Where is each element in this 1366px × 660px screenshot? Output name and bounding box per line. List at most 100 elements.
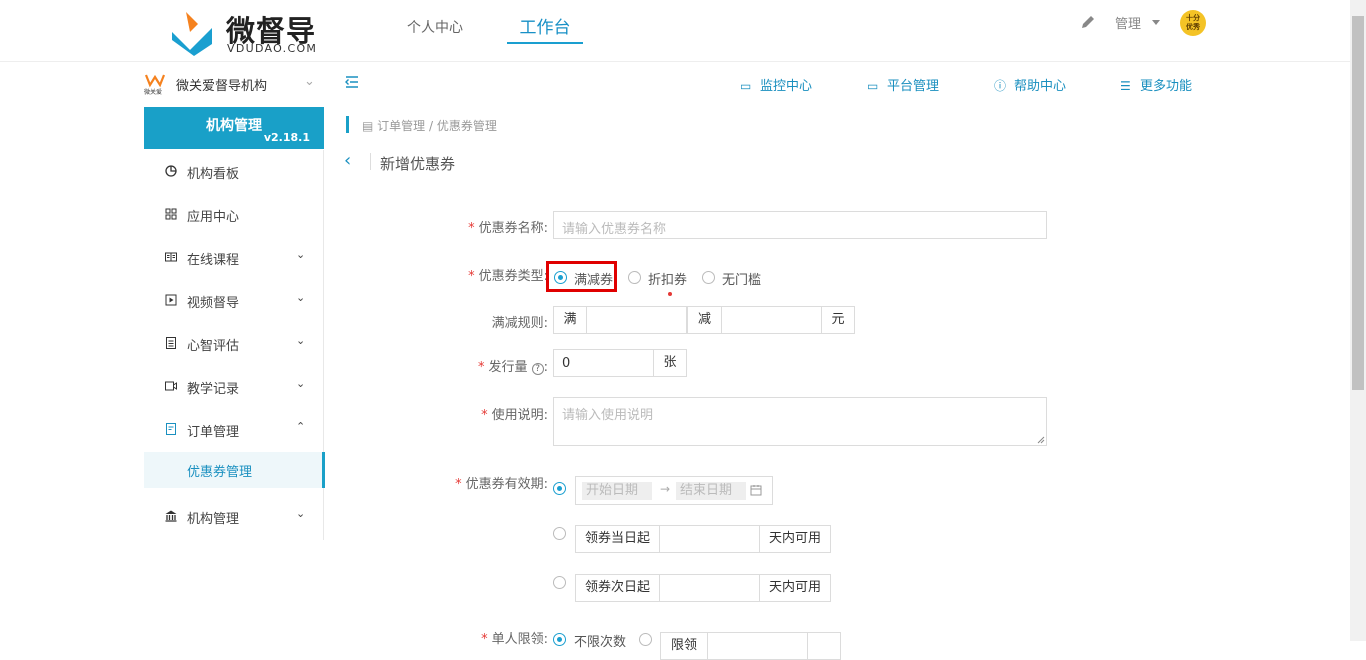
sidebar-item-teaching-records[interactable]: 教学记录 ⌄ [144, 365, 324, 408]
sidebar-item-order-management[interactable]: 订单管理 ⌃ [144, 408, 324, 451]
limit-addon: 限领 [660, 632, 708, 660]
pencil-icon[interactable] [1080, 14, 1096, 30]
rule-unit-addon: 元 [821, 306, 855, 334]
sidebar-item-coupon-management[interactable]: 优惠券管理 [144, 452, 325, 488]
from-next-day-days-input[interactable] [659, 574, 760, 602]
document-icon [166, 337, 176, 349]
sidebar-title: 机构管理 v2.18.1 [144, 107, 324, 149]
per-person-limit-label: * 单人限领: [440, 628, 548, 647]
top-header: 微督导 VDUDAO.COM 个人中心 工作台 管理 十分 优秀 [0, 0, 1350, 62]
play-icon [165, 294, 177, 306]
radio-no-threshold[interactable] [702, 271, 715, 284]
question-icon[interactable]: ? [531, 363, 544, 375]
rule-minus-addon: 减 [687, 306, 722, 334]
limit-count-input[interactable] [707, 632, 808, 660]
help-icon: ⓘ [994, 79, 1007, 93]
nav-workbench-label: 工作台 [519, 18, 571, 38]
chevron-down-icon: ⌄ [296, 291, 306, 304]
admin-menu-label[interactable]: 管理 [1115, 13, 1141, 32]
issue-quantity-input[interactable]: 0 [553, 349, 654, 377]
sidebar-item-label: 订单管理 [187, 425, 240, 440]
sidebar-item-label: 在线课程 [187, 253, 240, 268]
radio-from-today[interactable] [553, 527, 566, 540]
breadcrumb-text: 订单管理 / 优惠券管理 [377, 119, 497, 133]
order-icon [166, 423, 176, 435]
radio-no-threshold-label[interactable]: 无门槛 [722, 269, 761, 288]
from-next-day-addon: 领券次日起 [575, 574, 660, 602]
sidebar-item-app-center[interactable]: 应用中心 [144, 193, 324, 236]
logo-subtitle: VDUDAO.COM [227, 42, 318, 55]
org-logo-icon: 微关爱 [144, 74, 166, 96]
sidebar-item-online-courses[interactable]: 在线课程 ⌄ [144, 236, 324, 279]
pie-chart-icon [165, 165, 177, 177]
back-arrow-icon[interactable]: ‹ [344, 150, 351, 171]
radio-discount-label[interactable]: 折扣券 [648, 269, 687, 288]
sidebar-item-org-management[interactable]: 机构管理 ⌄ [144, 495, 324, 538]
required-mark: * [468, 269, 475, 284]
validity-label-text: 优惠券有效期: [465, 477, 548, 492]
toolbar-help-center[interactable]: ⓘ 帮助中心 [994, 75, 1066, 94]
toolbar-monitor-center[interactable]: ▭ 监控中心 [740, 75, 812, 94]
chevron-down-icon: ⌄ [296, 507, 306, 520]
nav-workbench[interactable]: 工作台 [507, 0, 583, 62]
scrollbar-thumb[interactable] [1352, 16, 1364, 390]
toolbar-platform-management[interactable]: ▭ 平台管理 [867, 75, 939, 94]
chevron-up-icon: ⌃ [296, 420, 306, 433]
menu-collapse-icon[interactable] [345, 75, 359, 89]
org-selector[interactable]: 微关爱 微关爱督导机构 ⌄ [144, 70, 324, 98]
desktop-icon: ▭ [867, 79, 879, 93]
chevron-down-icon[interactable]: ⌄ [304, 74, 315, 89]
sidebar-item-label: 优惠券管理 [187, 465, 253, 480]
indicator-dot [668, 292, 672, 296]
coupon-type-label-text: 优惠券类型: [478, 269, 548, 284]
usage-description-label: * 使用说明: [440, 404, 548, 423]
grid-icon [165, 208, 177, 220]
list-icon: ☰ [1120, 79, 1131, 93]
rule-discount-input[interactable] [721, 306, 822, 334]
radio-limited[interactable] [639, 633, 652, 646]
required-mark: * [481, 632, 488, 647]
title-separator [370, 153, 371, 170]
avatar-text-top: 十分 [1186, 14, 1200, 22]
per-person-limit-label-text: 单人限领: [491, 632, 548, 647]
highlight-box [546, 261, 617, 292]
radio-date-range[interactable] [553, 482, 566, 495]
sidebar-item-video-supervision[interactable]: 视频督导 ⌄ [144, 279, 324, 322]
avatar[interactable]: 十分 优秀 [1180, 10, 1206, 36]
video-icon [165, 381, 177, 391]
required-mark: * [455, 477, 462, 492]
sidebar-item-label: 应用中心 [187, 210, 240, 225]
sidebar-item-mental-assessment[interactable]: 心智评估 ⌄ [144, 322, 324, 365]
nav-active-underline [507, 42, 583, 44]
monitor-icon: ▭ [740, 79, 752, 93]
coupon-name-input[interactable]: 请输入优惠券名称 [553, 211, 1047, 239]
arrow-right-icon: → [660, 482, 671, 496]
rule-full-addon: 满 [553, 306, 587, 334]
date-range-picker[interactable]: 开始日期 → 结束日期 [575, 476, 773, 505]
required-mark: * [477, 360, 485, 375]
radio-unlimited[interactable] [553, 633, 566, 646]
resize-handle-icon[interactable] [1037, 436, 1045, 444]
issue-unit-addon: 张 [653, 349, 687, 377]
usage-description-textarea[interactable]: 请输入使用说明 [553, 397, 1047, 446]
active-indicator [322, 452, 325, 488]
page-scrollbar[interactable] [1350, 0, 1366, 641]
from-today-days-input[interactable] [659, 525, 760, 553]
toolbar-help-label: 帮助中心 [1014, 79, 1067, 94]
version-label: v2.18.1 [263, 131, 310, 144]
start-date-input[interactable]: 开始日期 [582, 482, 652, 500]
coupon-type-label: * 优惠券类型: [440, 265, 548, 284]
end-date-input[interactable]: 结束日期 [676, 482, 746, 500]
radio-from-next-day[interactable] [553, 576, 566, 589]
sidebar-item-label: 心智评估 [187, 339, 240, 354]
calendar-icon[interactable] [750, 484, 762, 496]
caret-down-icon[interactable] [1152, 20, 1160, 25]
radio-discount[interactable] [628, 271, 641, 284]
limit-suffix-addon [807, 632, 841, 660]
nav-personal-center[interactable]: 个人中心 [407, 0, 463, 62]
rule-threshold-input[interactable] [586, 306, 687, 334]
bank-icon [165, 510, 177, 522]
sidebar-item-dashboard[interactable]: 机构看板 [144, 150, 324, 193]
toolbar-more-functions[interactable]: ☰ 更多功能 [1120, 75, 1192, 94]
brand-logo[interactable]: 微督导 VDUDAO.COM [168, 8, 328, 56]
